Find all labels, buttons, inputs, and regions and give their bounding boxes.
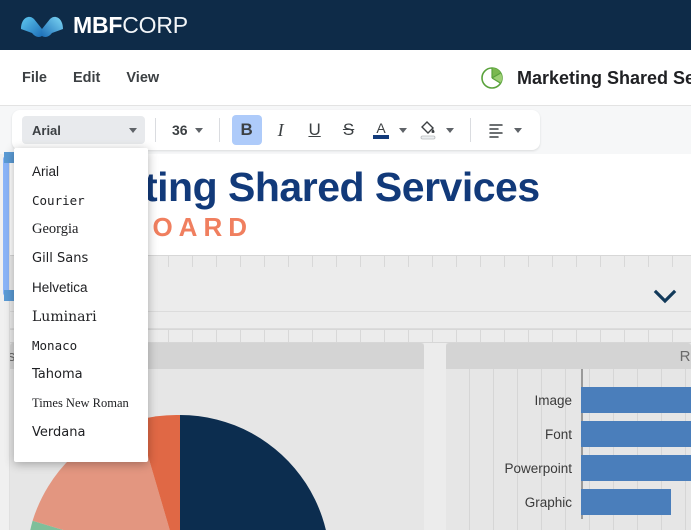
spreadsheet-app-window: MBFCORP File Edit View Marketing Shared …	[0, 0, 691, 530]
toolbar-divider	[155, 118, 156, 142]
text-color-control[interactable]: A	[368, 116, 411, 144]
bar-track	[581, 485, 691, 519]
brand-header: MBFCORP	[0, 0, 691, 50]
italic-button[interactable]: I	[266, 115, 296, 145]
bar-track	[581, 451, 691, 485]
bar-category-label: Image	[534, 392, 572, 408]
strikethrough-button[interactable]: S	[334, 115, 364, 145]
underline-button[interactable]: U	[300, 115, 330, 145]
font-option-georgia[interactable]: Georgia	[14, 215, 148, 244]
chevron-down-icon	[129, 127, 137, 133]
bar-fill	[581, 387, 691, 413]
toolbar-card: Arial 36 B I U S A	[12, 110, 540, 150]
bar-track	[581, 383, 691, 417]
font-size-value: 36	[172, 122, 188, 138]
scrollbar-knob-top[interactable]	[4, 152, 14, 163]
menu-item-group: File Edit View	[22, 70, 185, 86]
bar-row: Image	[446, 383, 691, 417]
menu-file[interactable]: File	[22, 70, 47, 86]
menu-edit[interactable]: Edit	[73, 70, 100, 86]
chevron-down-icon	[445, 127, 454, 133]
bar-chart-title: Requests	[679, 347, 691, 365]
font-option-helvetica[interactable]: Helvetica	[14, 273, 148, 302]
bar-fill	[581, 455, 691, 481]
brand-name-bold: MBF	[73, 11, 123, 38]
scrollbar-knob-bottom[interactable]	[4, 290, 14, 301]
font-option-monaco[interactable]: Monaco	[14, 331, 148, 360]
bold-button[interactable]: B	[231, 115, 262, 145]
mbf-chevron-logo-icon	[21, 16, 63, 37]
font-family-value: Arial	[32, 122, 61, 138]
brand-name-light: CORP	[122, 11, 188, 38]
chevron-down-icon[interactable]	[653, 289, 677, 305]
menu-view[interactable]: View	[126, 70, 159, 86]
menu-bar: File Edit View Marketing Shared Ser	[0, 50, 691, 106]
bar-category-label: Graphic	[524, 494, 572, 510]
align-control[interactable]	[483, 116, 526, 144]
font-option-arial[interactable]: Arial	[14, 157, 148, 186]
brand-wordmark: MBFCORP	[73, 12, 188, 39]
pie-chart-icon	[481, 67, 503, 89]
font-family-select[interactable]: Arial	[22, 116, 145, 144]
bar-chart-card: Requests Image Font	[446, 343, 691, 530]
toolbar-divider	[218, 118, 220, 142]
bar-track	[581, 417, 691, 451]
font-family-dropdown-menu[interactable]: Arial Courier Georgia Gill Sans Helvetic…	[14, 148, 148, 462]
chevron-down-icon	[513, 127, 522, 133]
fill-color-icon	[415, 116, 441, 144]
toolbar-divider	[469, 118, 471, 142]
font-option-times-new-roman[interactable]: Times New Roman	[14, 389, 148, 418]
svg-text:A: A	[376, 120, 386, 136]
bar-chart-rows: Image Font Powerpoint Graphic	[446, 383, 691, 519]
bar-category-label: Powerpoint	[504, 460, 572, 476]
vertical-scrollbar[interactable]	[3, 152, 14, 301]
font-size-select[interactable]: 36	[166, 122, 209, 138]
font-option-gill-sans[interactable]: Gill Sans	[14, 244, 148, 273]
font-option-verdana[interactable]: Verdana	[14, 418, 148, 447]
bar-row: Graphic	[446, 485, 691, 519]
formatting-toolbar: Arial 36 B I U S A	[0, 106, 691, 154]
fill-color-control[interactable]	[415, 116, 458, 144]
bar-chart-body: Image Font Powerpoint Graphic	[446, 369, 691, 530]
align-left-icon	[483, 116, 509, 144]
bar-row: Font	[446, 417, 691, 451]
font-option-tahoma[interactable]: Tahoma	[14, 360, 148, 389]
bar-fill	[581, 489, 671, 515]
bar-category-label: Font	[544, 426, 572, 442]
chevron-down-icon	[194, 127, 203, 133]
bar-row: Powerpoint	[446, 451, 691, 485]
font-option-luminari[interactable]: Luminari	[14, 302, 148, 331]
text-color-icon: A	[368, 116, 394, 144]
font-option-courier[interactable]: Courier	[14, 186, 148, 215]
document-title[interactable]: Marketing Shared Ser	[517, 68, 691, 89]
chevron-down-icon	[398, 127, 407, 133]
bar-chart-title-bar: Requests	[446, 343, 691, 369]
bar-fill	[581, 421, 691, 447]
document-title-group: Marketing Shared Ser	[480, 50, 691, 106]
